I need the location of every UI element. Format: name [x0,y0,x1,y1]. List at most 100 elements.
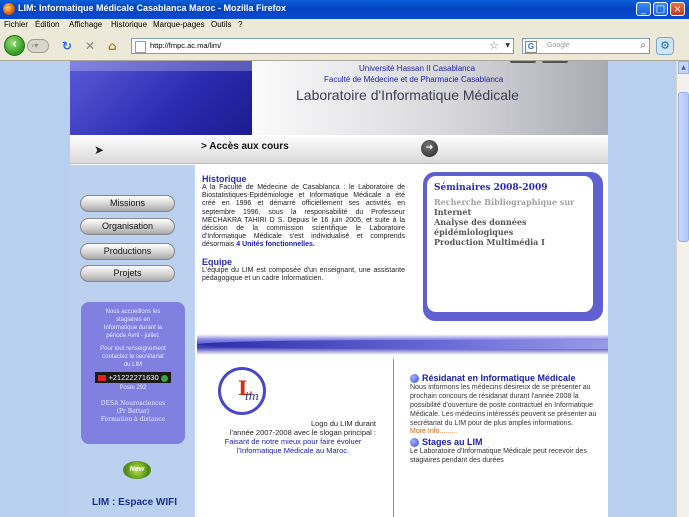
forward-button[interactable]: ›▾ [27,39,49,53]
url-text[interactable]: http://fmpc.ac.ma/lim/ [150,41,221,50]
seminars-box: Séminaires 2008-2009 Recherche Bibliogra… [423,172,603,321]
stages-title[interactable]: Stages au LIM [410,437,605,448]
lim-logo: L im [218,367,266,415]
notice-text: (Pr Bettar) [116,408,150,415]
menu-fichier[interactable]: Fichier [4,20,28,29]
notice-text: du LIM [123,362,143,368]
menu-help[interactable]: ? [238,20,242,29]
menu-affichage[interactable]: Affichage [69,20,102,29]
notice-text: Pour tout renseignement [100,346,166,352]
search-bar[interactable]: G Google ⌕ [522,38,650,54]
university-name: Université Hassan II Casablanca [359,64,476,73]
header-tab-decoration [510,61,536,63]
wave-divider [197,340,608,349]
internship-notice: Nous accueillons les stagiaires en Infor… [81,302,185,444]
logo-caption: Logo du LIM durant l'année 2007-2008 ave… [210,419,376,455]
forward-arrow-icon: ›▾ [31,41,39,50]
addon-icon[interactable]: ⚙ [656,37,674,55]
column-divider [393,359,394,517]
go-arrow-icon[interactable]: ➜ [421,140,438,157]
residanat-title[interactable]: Résidanat en Informatique Médicale [410,373,605,384]
home-icon[interactable]: ⌂ [108,39,117,53]
nav-missions-button[interactable]: Missions [80,195,175,212]
search-engine-icon[interactable]: G [525,41,537,53]
url-bar[interactable]: http://fmpc.ac.ma/lim/ ☆ ▼ [131,38,514,54]
historique-body: A la Faculté de Médecine de Casablanca :… [202,184,405,249]
seminars-list: Recherche Bibliographique sur Internet A… [434,197,574,247]
logo-caption-line: l'année 2007-2008 avec le slogan princip… [229,428,376,437]
notice-text: Poste 292 [119,385,147,391]
historique-text: A la Faculté de Médecine de Casablanca :… [202,184,405,250]
formation-link[interactable]: Formation à distance [81,416,185,424]
page-icon [135,41,146,53]
minimize-button[interactable]: _ [636,2,651,16]
window-title: LIM: Informatique Médicale Casablanca Ma… [18,3,287,13]
stages-title-text[interactable]: Stages au LIM [422,437,483,447]
logo-caption-line: Logo du LIM durant [310,419,376,428]
seminar-item[interactable]: Analyse des données [434,217,574,227]
more-info-link[interactable]: More Info......... [410,428,605,435]
slogan-line: Faisant de notre mieux pour faire évolue… [224,437,362,446]
reload-icon[interactable]: ↻ [62,39,72,53]
seminars-panel: Séminaires 2008-2009 Recherche Bibliogra… [427,176,593,312]
back-arrow-icon: ‹ [11,37,18,52]
news-column: Résidanat en Informatique Médicale Nous … [410,373,605,465]
firefox-icon [3,3,15,15]
notice-text: Nous accueillons les [105,309,161,315]
notice-text: Informatique durant la [103,325,163,331]
residanat-text: Nous informons les médecins désireux de … [410,384,597,428]
seminar-item[interactable]: épidémiologiques [434,227,574,237]
header-banner-image [70,61,252,135]
faculty-name: Faculté de Médecine et de Pharmacie Casa… [324,75,504,84]
page-content: Université Hassan II Casablanca Faculté … [70,61,608,517]
nav-organisation-button[interactable]: Organisation [80,218,175,235]
search-icon[interactable]: ⌕ [640,40,646,51]
seminar-item[interactable]: Production Multimédia I [434,237,574,247]
units-link[interactable]: 4 Unités fonctionnelles. [236,241,315,248]
maximize-button[interactable]: □ [653,2,668,16]
arrow-right-icon: ➤ [94,143,105,157]
seminar-item[interactable]: Recherche Bibliographique sur [434,197,574,207]
equipe-title: Equipe [202,256,233,267]
lab-name: Laboratoire d'Informatique Médicale [296,87,519,103]
call-icon [160,374,168,382]
seminars-title: Séminaires 2008-2009 [434,183,548,193]
notice-text: contactez le secrétariat [102,354,164,360]
wifi-link[interactable]: LIM : Espace WIFI [92,497,177,508]
menu-marque-pages[interactable]: Marque-pages [153,20,205,29]
back-button[interactable]: ‹ [4,35,25,56]
new-badge: New [123,461,151,479]
menu-historique[interactable]: Historique [111,20,147,29]
globe-icon [410,374,419,384]
menu-outils[interactable]: Outils [211,20,231,29]
scroll-up-icon[interactable]: ▲ [678,61,689,74]
residanat-title-text[interactable]: Résidanat en Informatique Médicale [422,373,576,383]
seminar-item[interactable]: Internet [434,207,574,217]
nav-projets-button[interactable]: Projets [80,265,175,282]
logo-word: im [245,390,259,403]
phone-number: +21222271630 [95,372,171,383]
menu-bar: Fichier Édition Affichage Historique Mar… [0,19,689,32]
main-text: Historique A la Faculté de Médecine de C… [202,174,405,283]
nav-productions-button[interactable]: Productions [80,243,175,260]
equipe-text: L'équipe du LIM est composée d'un enseig… [202,266,405,282]
globe-icon [410,438,419,448]
header-tab-decoration [542,61,568,63]
stages-text: Le Laboratoire d'Informatique Médicale p… [410,448,587,465]
url-dropdown-icon[interactable]: ▼ [505,42,510,49]
stop-icon[interactable]: ✕ [85,39,95,53]
bookmark-star-icon[interactable]: ☆ [489,39,499,52]
access-courses-link[interactable]: > Accès aux cours [201,141,289,152]
scrollbar-thumb[interactable] [678,92,689,242]
flag-icon [98,375,107,382]
slogan-line: l'Informatique Médicale au Maroc. [236,446,350,455]
menu-edition[interactable]: Édition [35,20,59,29]
page-viewport: Université Hassan II Casablanca Faculté … [0,61,676,517]
left-sidebar: Missions Organisation Productions Projet… [70,165,195,517]
vertical-scrollbar[interactable]: ▲ [676,61,689,517]
close-button[interactable]: × [670,2,685,16]
search-placeholder[interactable]: Google [547,42,570,49]
desa-link[interactable]: DESA Neurosciences [81,400,185,408]
site-header: Université Hassan II Casablanca Faculté … [70,61,608,135]
access-courses-bar[interactable]: ➤ > Accès aux cours ➜ [70,135,608,164]
